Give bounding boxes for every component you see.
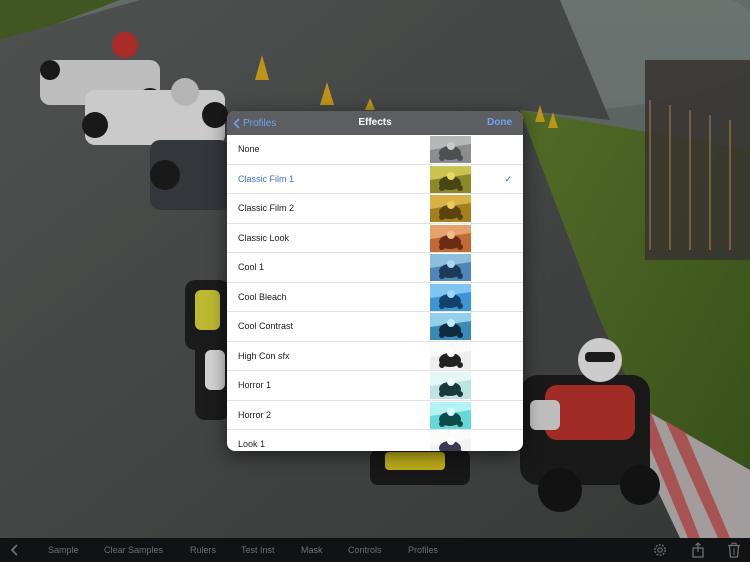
effect-label: Horror 2 — [238, 409, 272, 420]
effect-thumbnail — [430, 254, 471, 281]
effect-row-none[interactable]: None — [227, 135, 523, 165]
effect-label: Look 1 — [238, 439, 266, 449]
effect-thumbnail — [430, 372, 471, 399]
effect-label: High Con sfx — [238, 350, 290, 361]
effects-list[interactable]: None Classic Film 1 ✓ Classic Film 2 Cla… — [227, 135, 523, 451]
effects-popover: Profiles Effects Done None Classic Film … — [227, 111, 523, 451]
checkmark-icon: ✓ — [504, 173, 512, 184]
chevron-left-icon — [233, 117, 240, 129]
effect-label: Classic Look — [238, 232, 290, 243]
trash-icon[interactable] — [726, 542, 742, 558]
effect-thumbnail — [430, 313, 471, 340]
effect-label: Cool Bleach — [238, 291, 287, 302]
effect-thumbnail — [430, 283, 471, 311]
effect-row-horror-1[interactable]: Horror 1 — [227, 371, 523, 401]
effect-label: Classic Film 1 — [238, 173, 295, 184]
gear-icon[interactable] — [652, 542, 668, 558]
effect-row-classic-film-1[interactable]: Classic Film 1 ✓ — [227, 165, 523, 194]
effect-thumbnail — [430, 431, 471, 451]
toolbar-profiles[interactable]: Profiles — [408, 538, 438, 562]
effect-row-high-con-sfx[interactable]: High Con sfx — [227, 342, 523, 371]
effect-label: Classic Film 2 — [238, 203, 295, 213]
effect-label: Horror 1 — [238, 380, 272, 390]
popover-nav-bar: Profiles Effects Done — [227, 111, 523, 135]
share-icon[interactable] — [690, 542, 706, 558]
effect-row-cool-contrast[interactable]: Cool Contrast — [227, 312, 523, 342]
effect-thumbnail — [430, 224, 471, 252]
effect-row-look-1[interactable]: Look 1 — [227, 430, 523, 451]
effect-row-cool-bleach[interactable]: Cool Bleach — [227, 283, 523, 312]
effect-row-classic-look[interactable]: Classic Look — [227, 224, 523, 253]
toolbar-clear-samples[interactable]: Clear Samples — [104, 538, 163, 562]
effect-label: None — [238, 144, 260, 154]
toolbar-rulers[interactable]: Rulers — [190, 538, 216, 562]
back-label: Profiles — [243, 117, 277, 129]
effect-thumbnail — [430, 401, 471, 429]
effect-label: Cool Contrast — [238, 321, 294, 331]
toolbar-sample[interactable]: Sample — [48, 538, 79, 562]
effect-thumbnail — [430, 165, 471, 193]
effect-label: Cool 1 — [238, 262, 265, 272]
effect-thumbnail — [430, 342, 471, 370]
effect-thumbnail — [430, 136, 471, 163]
effect-row-horror-2[interactable]: Horror 2 — [227, 401, 523, 430]
toolbar-controls[interactable]: Controls — [348, 538, 382, 562]
toolbar-mask[interactable]: Mask — [301, 538, 323, 562]
bottom-toolbar: Sample Clear Samples Rulers Test Inst Ma… — [0, 538, 750, 562]
toolbar-test-inst[interactable]: Test Inst — [241, 538, 275, 562]
effect-row-classic-film-2[interactable]: Classic Film 2 — [227, 194, 523, 224]
done-button[interactable]: Done — [487, 111, 512, 135]
chevron-left-icon[interactable] — [8, 543, 22, 557]
effect-thumbnail — [430, 195, 471, 222]
back-to-profiles-button[interactable]: Profiles — [233, 111, 276, 135]
effect-row-cool-1[interactable]: Cool 1 — [227, 253, 523, 283]
